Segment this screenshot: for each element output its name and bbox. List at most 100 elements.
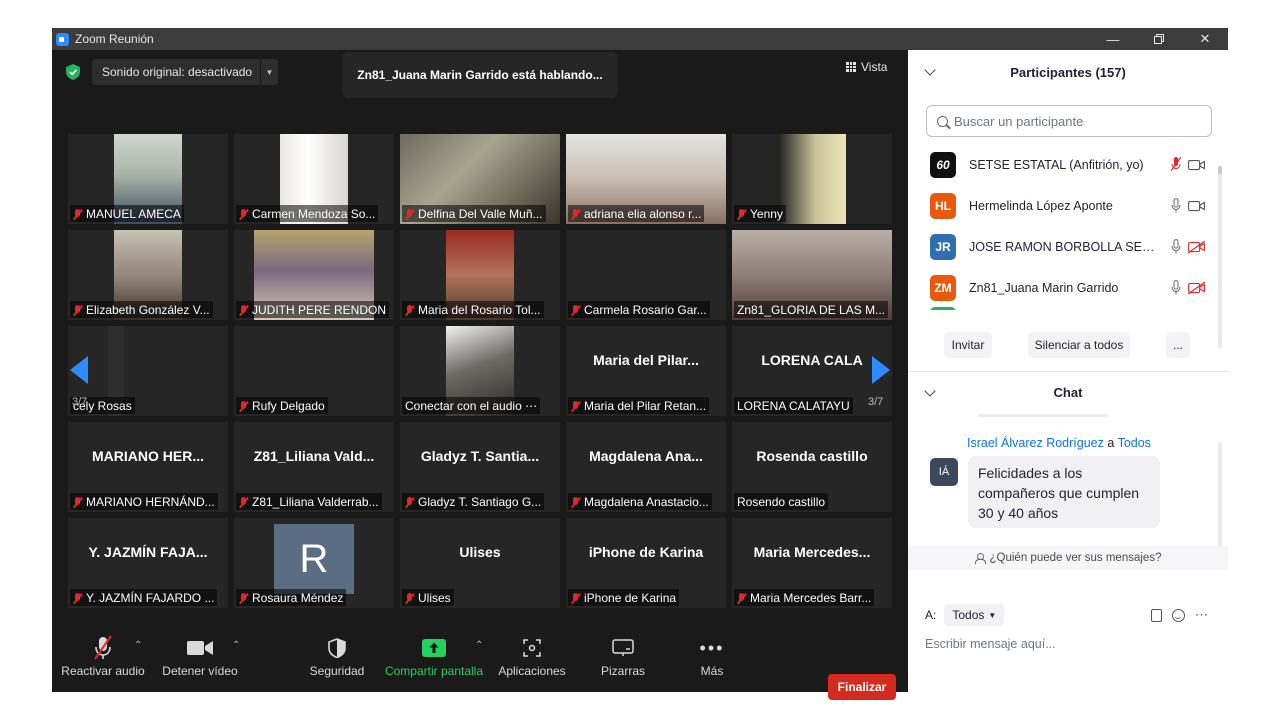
original-sound-button[interactable]: Sonido original: desactivado ▼ [92,59,278,85]
apps-button[interactable]: Aplicaciones [496,632,568,692]
chat-recipient-value: Todos [952,608,985,622]
message-visibility-link[interactable]: ¿Quién puede ver sus mensajes? [908,546,1228,570]
view-button[interactable]: Vista [846,60,887,74]
video-tile[interactable]: Yenny [732,134,892,224]
tile-display-name: Magdalena Ana... [589,448,703,464]
more-label: Más [700,664,724,678]
whiteboard-icon [612,639,634,656]
participant-row[interactable]: JR JOSE RAMON BORBOLLA SEG... [908,226,1218,267]
video-tile[interactable]: Ulises Ulises [400,518,560,608]
muted-mic-icon [405,208,414,220]
collapse-chat-chevron-icon[interactable] [924,385,936,397]
video-tile[interactable]: Maria Mercedes... Maria Mercedes Barr... [732,518,892,608]
restore-icon[interactable] [1136,28,1182,50]
audio-options-caret-icon[interactable]: ⌃ [134,640,142,651]
tile-display-name: iPhone de Karina [588,544,704,560]
share-options-caret-icon[interactable]: ⌃ [475,640,483,651]
video-tile[interactable]: Y. JAZMÍN FAJA... Y. JAZMÍN FAJARDO ... [68,518,228,608]
video-tile[interactable]: MARIANO HER... MARIANO HERNÁND... [68,422,228,512]
video-tile[interactable]: Rosenda castillo Rosendo castillo [732,422,892,512]
muted-mic-icon [239,592,248,604]
page-indicator-left: 3/7 [72,396,88,408]
participant-search-box[interactable]: Buscar un participante [926,105,1212,137]
participant-scrollbar[interactable] [1218,166,1222,174]
tile-display-name: MARIANO HER... [92,448,204,464]
previous-page-arrow-icon[interactable] [70,356,88,384]
video-tile[interactable]: cely Rosas [68,326,228,416]
video-on-icon[interactable] [1188,200,1205,212]
mic-icon[interactable] [1171,239,1181,254]
tile-name-label: Maria del Rosario Tol... [402,301,544,318]
chat-message-input[interactable] [925,634,1215,654]
muted-mic-icon [571,304,580,316]
share-screen-button[interactable]: Compartir pantalla [382,632,486,692]
tile-display-name: Rosenda castillo [756,448,868,464]
original-sound-caret-icon[interactable]: ▼ [260,59,278,85]
chat-sender-name[interactable]: Israel Álvarez Rodríguez [967,436,1104,450]
video-tile[interactable]: adriana elia alonso r... [566,134,726,224]
whiteboards-button[interactable]: Pizarras [592,632,654,692]
participant-search-input[interactable]: Buscar un participante [954,114,1083,129]
file-icon[interactable] [1151,608,1162,622]
tile-display-name: Maria del Pilar... [593,352,699,368]
end-meeting-button[interactable]: Finalizar [828,674,896,700]
video-tile[interactable]: Carmen Mendoza So... [234,134,394,224]
next-page-arrow-icon[interactable] [872,356,890,384]
mic-icon[interactable] [1171,280,1181,295]
muted-mic-icon[interactable] [1171,157,1181,172]
chat-recipient[interactable]: Todos [1118,436,1151,450]
video-tile[interactable]: Gladyz T. Santia... Gladyz T. Santiago G.… [400,422,560,512]
tile-name-label: MANUEL AMECA [70,205,184,222]
video-tile[interactable]: JUDITH PERE RENDON [234,230,394,320]
share-screen-label: Compartir pantalla [384,664,484,678]
chat-message-bubble: Felicidades a los compañeros que cumplen… [968,456,1160,528]
participant-row[interactable]: ZM Zn81_Juana Marin Garrido [908,267,1218,308]
minimize-icon[interactable]: — [1090,28,1136,50]
video-tile[interactable]: iPhone de Karina iPhone de Karina [566,518,726,608]
chat-to-word: a [1107,436,1115,450]
chat-more-icon[interactable]: ⋯ [1195,607,1208,623]
original-sound-label: Sonido original: desactivado [102,65,253,79]
more-button[interactable]: ••• Más [682,632,742,692]
tile-name-label: Rufy Delgado [236,397,328,414]
video-tile[interactable]: Magdalena Ana... Magdalena Anastacio... [566,422,726,512]
video-tile[interactable]: Elizabeth González V... [68,230,228,320]
tile-name-text: Rosendo castillo [737,495,826,509]
participant-scroll-track[interactable] [1218,166,1222,348]
video-tile[interactable]: R Rosaura Méndez [234,518,394,608]
chat-sender-avatar: IÁ [930,458,958,486]
grid-view-icon [846,62,856,72]
participants-more-button[interactable]: ... [1166,332,1190,358]
previous-message-edge [978,414,1108,417]
video-tile[interactable]: Z81_Liliana Vald... Z81_Liliana Valderrab… [234,422,394,512]
video-off-icon[interactable] [1188,240,1205,253]
muted-mic-icon [405,496,414,508]
video-tile[interactable]: Rufy Delgado [234,326,394,416]
close-icon[interactable]: ✕ [1182,28,1228,50]
security-button[interactable]: Seguridad [304,632,370,692]
tile-name-label: Delfina Del Valle Muñ... [402,205,546,222]
emoji-icon[interactable] [1172,608,1185,622]
stop-video-button[interactable]: Detener vídeo [160,632,240,692]
participant-row[interactable]: HL Hermelinda López Aponte [908,185,1218,226]
video-tile[interactable]: Maria del Pilar... Maria del Pilar Retan.… [566,326,726,416]
chat-tools: ⋯ [1151,607,1208,623]
mic-icon[interactable] [1171,198,1181,213]
collapse-participants-chevron-icon[interactable] [924,64,936,76]
video-on-icon[interactable] [1188,159,1205,171]
video-options-caret-icon[interactable]: ⌃ [232,640,240,651]
video-tile[interactable]: Zn81_GLORIA DE LAS M... [732,230,892,320]
video-tile[interactable]: Carmela Rosario Gar... [566,230,726,320]
tile-name-label: Yenny [734,205,786,222]
video-tile[interactable]: Maria del Rosario Tol... [400,230,560,320]
invite-button[interactable]: Invitar [944,332,992,358]
chat-recipient-select[interactable]: Todos ▼ [944,604,1005,626]
participant-row[interactable]: 60 SETSE ESTATAL (Anfitrión, yo) [908,144,1218,185]
shield-check-icon[interactable] [66,64,80,80]
mute-all-button[interactable]: Silenciar a todos [1028,332,1130,358]
tile-name-text: LORENA CALATAYU [737,399,850,413]
video-tile[interactable]: Delfina Del Valle Muñ... [400,134,560,224]
video-tile[interactable]: Conectar con el audio ⋯ [400,326,560,416]
video-off-icon[interactable] [1188,281,1205,294]
video-tile[interactable]: MANUEL AMECA [68,134,228,224]
